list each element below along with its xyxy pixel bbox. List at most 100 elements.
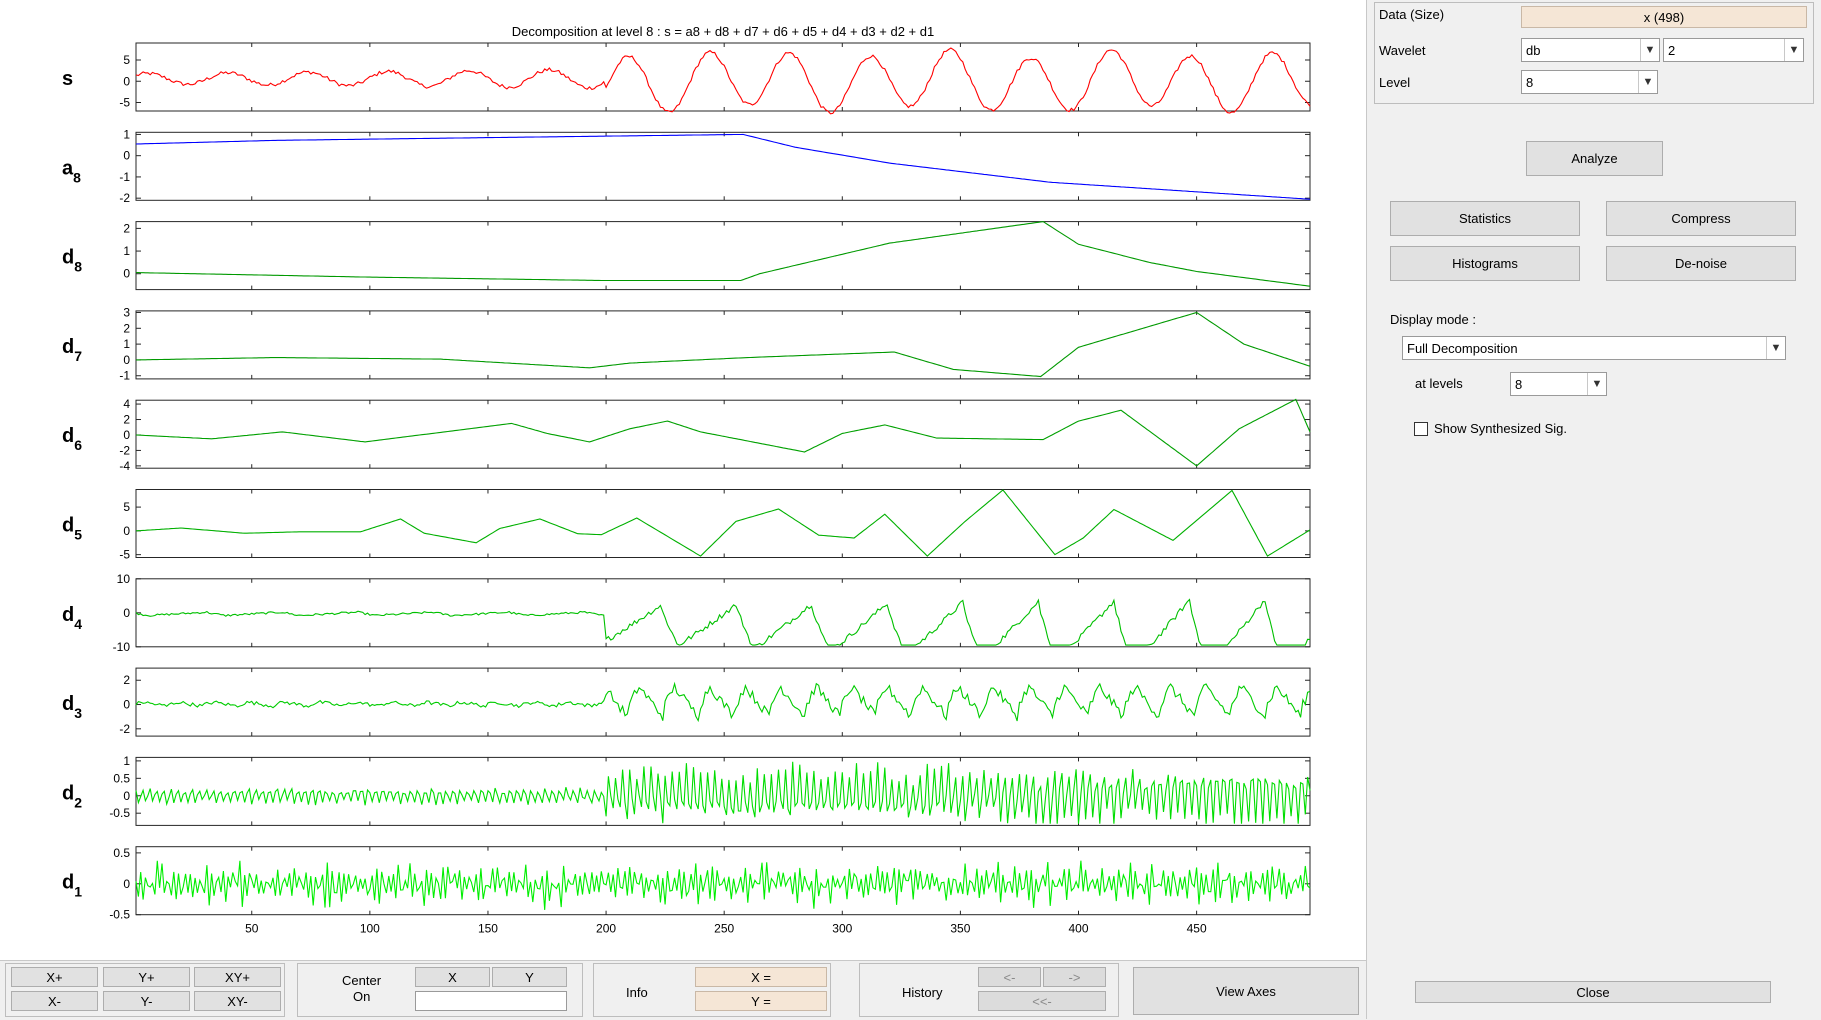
on-label: On — [353, 989, 371, 1004]
data-size-label: Data (Size) — [1379, 7, 1445, 22]
center-x-button[interactable]: X — [415, 967, 490, 987]
y-tick-label: 0 — [123, 74, 130, 88]
y-tick-label: -2 — [119, 722, 130, 736]
axes-frame — [135, 578, 1311, 648]
level-label: Level — [1379, 75, 1411, 90]
y-tick-label: 2 — [123, 413, 130, 427]
y-tick-label: 2 — [123, 221, 130, 235]
x-tick-label: 250 — [714, 922, 734, 936]
y-tick-label: 2 — [123, 321, 130, 335]
row-label: d2 — [62, 782, 82, 810]
x-tick-label: 450 — [1187, 922, 1207, 936]
y-tick-label: 0 — [123, 267, 130, 281]
row-label: d1 — [62, 872, 82, 900]
xy-plus-button[interactable]: XY+ — [194, 967, 281, 987]
view-axes-button[interactable]: View Axes — [1133, 967, 1359, 1015]
show-synthesized-checkbox[interactable] — [1414, 422, 1428, 436]
close-button[interactable]: Close — [1415, 981, 1771, 1003]
xy-minus-button[interactable]: XY- — [194, 991, 281, 1011]
level-select[interactable]: 8 ▼ — [1521, 70, 1658, 94]
x-plus-button[interactable]: X+ — [11, 967, 98, 987]
row-label: d7 — [62, 336, 82, 364]
wavelet-label: Wavelet — [1379, 43, 1426, 58]
y-plus-button[interactable]: Y+ — [103, 967, 190, 987]
axes-frame — [135, 221, 1311, 291]
y-tick-label: -2 — [119, 443, 130, 457]
plot-area: Decomposition at level 8 : s = a8 + d8 +… — [0, 0, 1366, 960]
y-tick-label: 0 — [123, 353, 130, 367]
y-tick-label: 0 — [123, 524, 130, 538]
y-tick-label: -5 — [119, 548, 130, 562]
row-label: a8 — [62, 157, 81, 185]
axes-frame — [135, 399, 1311, 469]
histograms-button[interactable]: Histograms — [1390, 246, 1580, 281]
at-levels-value: 8 — [1515, 376, 1523, 392]
wavelet-family-value: db — [1526, 42, 1541, 58]
center-label: Center — [342, 973, 382, 988]
y-tick-label: 0 — [123, 789, 130, 803]
center-value-field[interactable] — [415, 991, 567, 1011]
y-tick-label: 0 — [123, 698, 130, 712]
x-tick-label: 400 — [1068, 922, 1088, 936]
history-back-button[interactable]: <- — [978, 967, 1041, 987]
y-tick-label: 0 — [123, 149, 130, 163]
analyze-button[interactable]: Analyze — [1526, 141, 1663, 176]
history-first-button[interactable]: <<- — [978, 991, 1106, 1011]
y-tick-label: 0 — [123, 877, 130, 891]
axes-frame — [135, 42, 1311, 112]
show-synthesized-label: Show Synthesized Sig. — [1434, 421, 1567, 436]
denoise-button[interactable]: De-noise — [1606, 246, 1796, 281]
row-label: d3 — [62, 693, 82, 721]
display-mode-select[interactable]: Full Decomposition ▼ — [1402, 336, 1786, 360]
axes-frame — [135, 489, 1311, 558]
chevron-down-icon: ▼ — [1638, 71, 1657, 93]
row-label: d4 — [62, 604, 82, 632]
y-tick-label: -1 — [119, 369, 130, 383]
row-label: d5 — [62, 515, 82, 543]
chevron-down-icon: ▼ — [1766, 337, 1785, 359]
wavelet-family-select[interactable]: db ▼ — [1521, 38, 1660, 62]
y-tick-label: -2 — [119, 191, 130, 205]
y-tick-label: 1 — [123, 127, 130, 141]
y-tick-label: -5 — [119, 96, 130, 110]
control-panel: Data (Size) x (498) Wavelet db ▼ 2 ▼ Lev… — [1366, 0, 1821, 1019]
history-forward-button[interactable]: -> — [1043, 967, 1106, 987]
axes-frame — [135, 131, 1311, 201]
center-y-button[interactable]: Y — [492, 967, 567, 987]
row-label: d6 — [62, 425, 82, 453]
chevron-down-icon: ▼ — [1587, 373, 1606, 395]
y-tick-label: 4 — [123, 397, 130, 411]
bottom-toolbar: X+ Y+ XY+ X- Y- XY- Center On X Y Info X… — [0, 960, 1366, 1020]
y-tick-label: 2 — [123, 673, 130, 687]
display-mode-label: Display mode : — [1390, 312, 1476, 327]
x-tick-label: 350 — [950, 922, 970, 936]
y-tick-label: 5 — [123, 500, 130, 514]
y-tick-label: 5 — [123, 53, 130, 67]
at-levels-select[interactable]: 8 ▼ — [1510, 372, 1607, 396]
x-tick-label: 300 — [832, 922, 852, 936]
wavelet-order-select[interactable]: 2 ▼ — [1663, 38, 1804, 62]
wavelet-order-value: 2 — [1668, 42, 1676, 58]
display-mode-value: Full Decomposition — [1407, 340, 1518, 356]
info-y-field: Y = — [695, 991, 827, 1011]
y-minus-button[interactable]: Y- — [103, 991, 190, 1011]
info-x-field: X = — [695, 967, 827, 987]
y-tick-label: -10 — [113, 640, 131, 654]
x-minus-button[interactable]: X- — [11, 991, 98, 1011]
y-tick-label: 1 — [123, 754, 130, 768]
x-tick-label: 50 — [245, 922, 259, 936]
y-tick-label: -0.5 — [109, 908, 130, 922]
decomposition-plot[interactable]: Decomposition at level 8 : s = a8 + d8 +… — [0, 0, 1366, 960]
statistics-button[interactable]: Statistics — [1390, 201, 1580, 236]
x-tick-label: 100 — [360, 922, 380, 936]
axes-frame — [135, 310, 1311, 380]
y-tick-label: 3 — [123, 305, 130, 319]
compress-button[interactable]: Compress — [1606, 201, 1796, 236]
y-tick-label: 1 — [123, 244, 130, 258]
y-tick-label: 1 — [123, 337, 130, 351]
info-label: Info — [626, 985, 648, 1000]
y-tick-label: 0.5 — [113, 771, 130, 785]
y-tick-label: -0.5 — [109, 806, 130, 820]
row-label: d8 — [62, 247, 82, 275]
y-tick-label: 0 — [123, 606, 130, 620]
